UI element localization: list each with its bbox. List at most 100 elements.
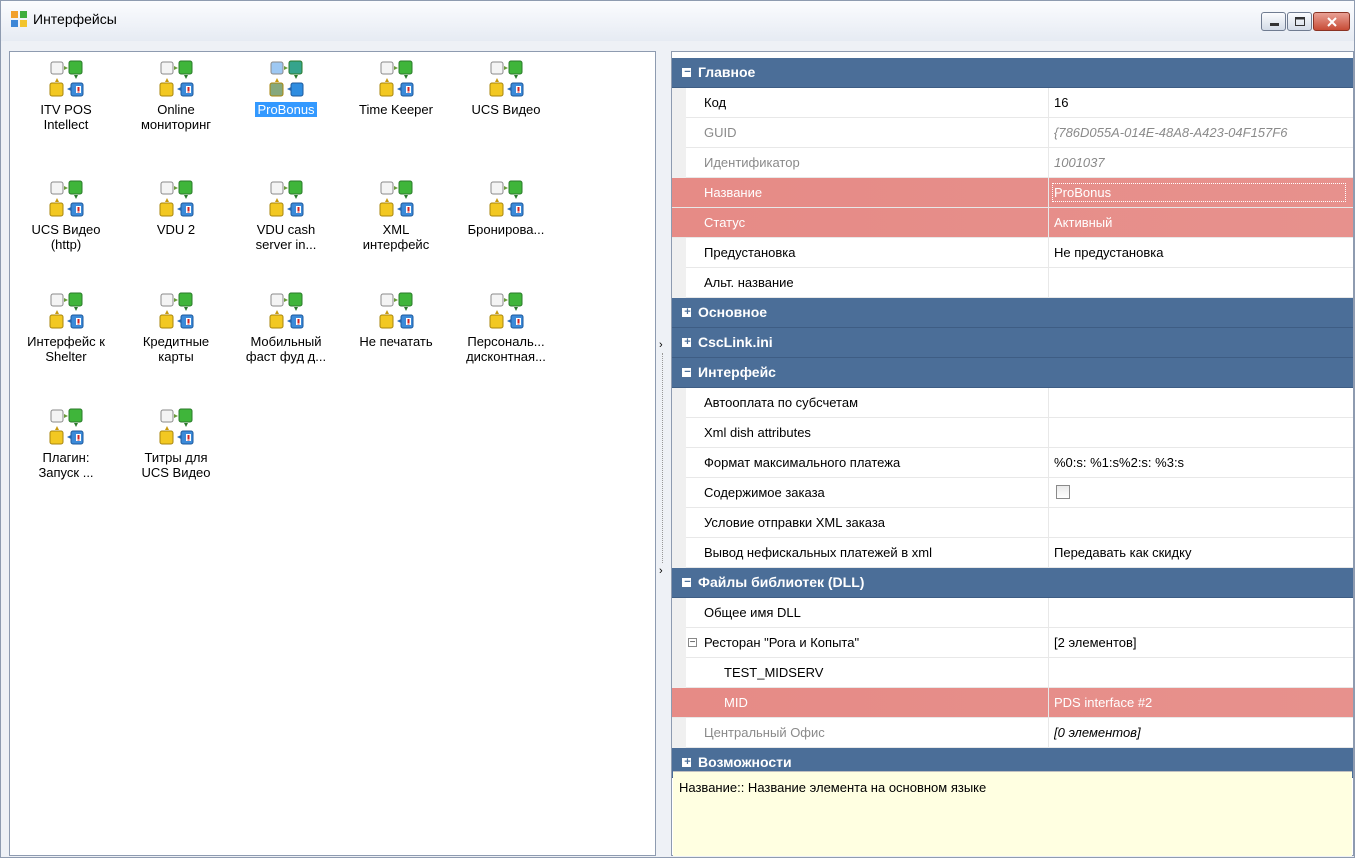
property-row-xml-dish[interactable]: Xml dish attributes [672, 418, 1353, 448]
interface-label: VDU 2 [155, 222, 197, 237]
interface-label: Персональ... дисконтная... [464, 334, 548, 364]
property-row-alt-name[interactable]: Альт. название [672, 268, 1353, 298]
property-row-xml-condition[interactable]: Условие отправки XML заказа [672, 508, 1353, 538]
property-value[interactable]: [0 элементов] [1054, 725, 1352, 740]
category-dll[interactable]: − Файлы библиотек (DLL) [672, 568, 1353, 598]
category-main[interactable]: − Главное [672, 58, 1353, 88]
interface-item[interactable]: Титры для UCS Видео [120, 408, 232, 480]
interface-icon [266, 60, 306, 100]
interfaces-app-icon [11, 11, 27, 27]
category-title: Интерфейс [698, 364, 776, 380]
property-row-dll-name[interactable]: Общее имя DLL [672, 598, 1353, 628]
interfaces-icon-list[interactable]: ITV POS Intellect Online мониторинг ProBonus… [9, 51, 656, 856]
minimize-button[interactable] [1261, 12, 1286, 31]
interface-item[interactable]: ITV POS Intellect [10, 60, 122, 132]
interface-item[interactable]: Персональ... дисконтная... [450, 292, 562, 364]
interfaces-window: Интерфейсы ITV POS Intellect Online монитор… [0, 0, 1355, 858]
interface-label: Мобильный фаст фуд д... [244, 334, 328, 364]
category-csclink[interactable]: + CscLink.ini [672, 328, 1353, 358]
interface-item[interactable]: UCS Видео (http) [10, 180, 122, 252]
interface-item[interactable]: Не печатать [340, 292, 452, 349]
property-value[interactable]: Передавать как скидку [1054, 545, 1352, 560]
property-row-status[interactable]: Статус Активный [672, 208, 1353, 238]
property-name: Идентификатор [704, 155, 800, 170]
interface-label-line: фаст фуд д... [245, 349, 327, 364]
interface-item[interactable]: XML интерфейс [340, 180, 452, 252]
expand-icon[interactable]: + [682, 306, 691, 318]
interface-label: Плагин: Запуск ... [36, 450, 95, 480]
interface-label-line: Мобильный [250, 334, 322, 349]
interface-item[interactable]: Интерфейс к Shelter [10, 292, 122, 364]
window-title: Интерфейсы [33, 11, 117, 27]
interface-item[interactable]: ProBonus [230, 60, 342, 117]
property-row-identifier[interactable]: Идентификатор 1001037 [672, 148, 1353, 178]
collapse-icon[interactable]: − [682, 66, 691, 78]
interface-icon [46, 180, 86, 220]
minimize-icon [1270, 23, 1279, 26]
maximize-button[interactable] [1287, 12, 1312, 31]
property-row-central-office[interactable]: Центральный Офис [0 элементов] [672, 718, 1353, 748]
property-value[interactable]: Не предустановка [1054, 245, 1352, 260]
interface-label: Интерфейс к Shelter [25, 334, 107, 364]
collapse-icon[interactable]: − [682, 366, 691, 378]
category-interface[interactable]: − Интерфейс [672, 358, 1353, 388]
property-row-guid[interactable]: GUID {786D055A-014E-48A8-A423-04F157F6 [672, 118, 1353, 148]
title-bar[interactable]: Интерфейсы [1, 1, 1354, 41]
property-value[interactable]: PDS interface #2 [1054, 695, 1352, 710]
close-button[interactable] [1313, 12, 1350, 31]
property-value[interactable]: Активный [1054, 215, 1352, 230]
interface-item[interactable]: VDU cash server in... [230, 180, 342, 252]
property-row-kod[interactable]: Код 16 [672, 88, 1353, 118]
property-name: Автооплата по субсчетам [704, 395, 859, 410]
close-icon [1327, 17, 1337, 27]
interface-item[interactable]: Time Keeper [340, 60, 452, 117]
interface-item[interactable]: Плагин: Запуск ... [10, 408, 122, 480]
expand-icon[interactable]: + [682, 756, 691, 768]
property-value[interactable]: [2 элементов] [1054, 635, 1352, 650]
order-content-checkbox[interactable] [1056, 485, 1070, 499]
interface-label-line: Плагин: [42, 450, 90, 465]
collapse-icon[interactable]: − [688, 637, 697, 648]
property-row-nonfiscal-payments[interactable]: Вывод нефискальных платежей в xml Переда… [672, 538, 1353, 568]
interface-item[interactable]: Мобильный фаст фуд д... [230, 292, 342, 364]
property-row-order-content[interactable]: Содержимое заказа [672, 478, 1353, 508]
property-name: Альт. название [704, 275, 794, 290]
interface-item[interactable]: VDU 2 [120, 180, 232, 237]
expand-icon[interactable]: + [682, 336, 691, 348]
splitter[interactable]: › › [659, 339, 667, 579]
property-value[interactable]: %0:s: %1:s%2:s: %3:s [1054, 455, 1352, 470]
property-row-mid[interactable]: MID PDS interface #2 [672, 688, 1353, 718]
property-row-max-payment-format[interactable]: Формат максимального платежа %0:s: %1:s%… [672, 448, 1353, 478]
category-basic[interactable]: + Основное [672, 298, 1353, 328]
property-name: MID [724, 695, 748, 710]
interface-icon [266, 180, 306, 220]
property-value[interactable]: {786D055A-014E-48A8-A423-04F157F6 [1054, 125, 1352, 140]
interface-label-line: UCS Видео [141, 465, 211, 480]
interface-icon [46, 60, 86, 100]
property-value[interactable]: ProBonus [1052, 183, 1346, 202]
property-row-preset[interactable]: Предустановка Не предустановка [672, 238, 1353, 268]
interface-label-line: UCS Видео [471, 102, 541, 117]
property-row-test-midserv[interactable]: TEST_MIDSERV [672, 658, 1353, 688]
interface-item[interactable]: Кредитные карты [120, 292, 232, 364]
interface-icon [376, 292, 416, 332]
interface-label-line: Shelter [45, 349, 87, 364]
interface-item[interactable]: Online мониторинг [120, 60, 232, 132]
collapse-icon[interactable]: − [682, 576, 691, 588]
property-name: Вывод нефискальных платежей в xml [704, 545, 932, 560]
interface-label: Кредитные карты [141, 334, 211, 364]
property-value[interactable]: 16 [1054, 95, 1352, 110]
property-value[interactable]: 1001037 [1054, 155, 1352, 170]
interface-icon [376, 180, 416, 220]
property-name: Центральный Офис [704, 725, 825, 740]
property-row-restaurant[interactable]: − Ресторан "Рога и Копыта" [2 элементов] [672, 628, 1353, 658]
interface-label-line: Запуск ... [38, 465, 94, 480]
property-grid[interactable]: − Главное Код 16 GUID {786D055A-014E-48A… [672, 58, 1353, 778]
interface-item[interactable]: UCS Видео [450, 60, 562, 117]
description-text: Название:: Название элемента на основном… [679, 780, 987, 795]
maximize-icon [1295, 17, 1305, 26]
interface-item[interactable]: Бронирова... [450, 180, 562, 237]
property-row-name[interactable]: Название ProBonus [672, 178, 1353, 208]
interface-label-line: Персональ... [467, 334, 545, 349]
property-row-autopay[interactable]: Автооплата по субсчетам [672, 388, 1353, 418]
